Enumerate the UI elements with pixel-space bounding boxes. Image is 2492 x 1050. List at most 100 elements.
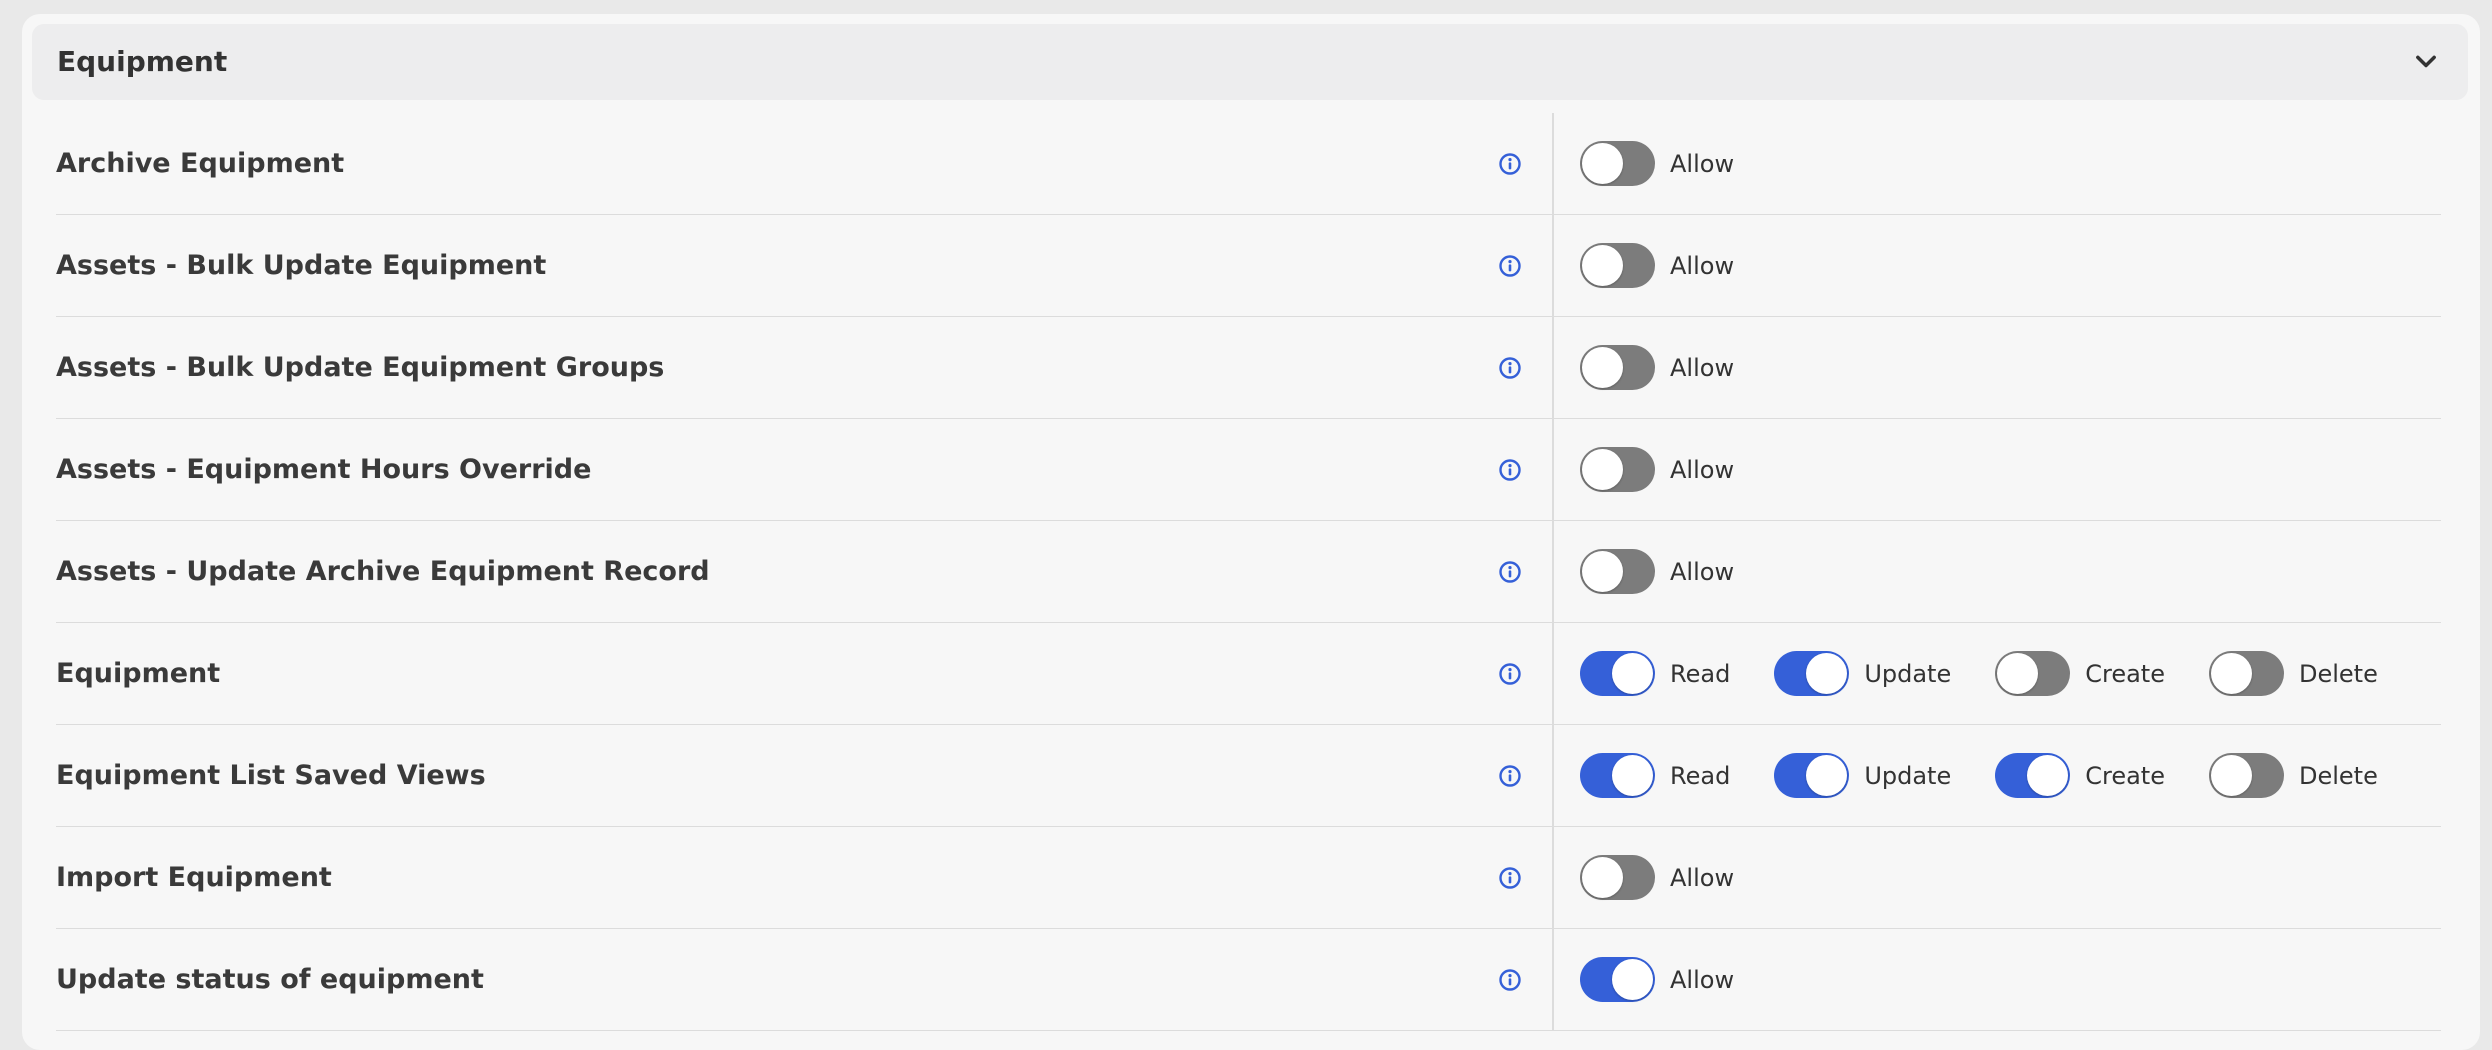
permission-row-assets-bulk-update-equipment: Assets - Bulk Update Equipment Allow xyxy=(56,215,2441,317)
read-toggle[interactable] xyxy=(1580,651,1655,696)
permission-toggles: Read Update Create Delete xyxy=(1580,725,2422,826)
column-divider xyxy=(1552,317,1554,418)
allow-toggle[interactable] xyxy=(1580,141,1655,186)
toggle-label: Read xyxy=(1670,761,1731,790)
delete-toggle[interactable] xyxy=(2208,651,2284,696)
permission-toggles: Allow xyxy=(1580,113,1778,214)
info-icon[interactable] xyxy=(1498,152,1522,176)
permissions-panel: Equipment Archive Equipment Allow Assets -… xyxy=(22,14,2480,1050)
toggle-knob xyxy=(2210,755,2252,796)
info-icon[interactable] xyxy=(1498,458,1522,482)
toggle-label: Allow xyxy=(1670,353,1735,382)
toggle-label: Allow xyxy=(1670,251,1735,280)
read-toggle[interactable] xyxy=(1580,753,1655,798)
permission-toggles: Allow xyxy=(1580,827,1778,928)
permission-allow: Allow xyxy=(1580,855,1734,900)
allow-toggle[interactable] xyxy=(1580,957,1655,1002)
permission-toggles: Allow xyxy=(1580,317,1778,418)
permission-allow: Allow xyxy=(1580,447,1734,492)
toggle-label: Allow xyxy=(1670,149,1735,178)
column-divider xyxy=(1552,419,1554,520)
toggle-knob xyxy=(2027,755,2069,796)
toggle-label: Create xyxy=(2085,659,2165,688)
info-icon[interactable] xyxy=(1498,866,1522,890)
chevron-down-icon[interactable] xyxy=(2412,48,2440,76)
toggle-knob xyxy=(1806,755,1848,796)
permission-label: Equipment List Saved Views xyxy=(56,760,486,791)
permission-row-equipment-list-saved-views: Equipment List Saved Views Read Update Crea… xyxy=(56,725,2441,827)
update-toggle[interactable] xyxy=(1774,651,1850,696)
toggle-label: Allow xyxy=(1670,557,1735,586)
permission-label: Assets - Bulk Update Equipment Groups xyxy=(56,352,665,383)
allow-toggle[interactable] xyxy=(1580,243,1655,288)
toggle-label: Read xyxy=(1670,659,1731,688)
permission-label: Archive Equipment xyxy=(56,148,345,179)
section-header-equipment[interactable]: Equipment xyxy=(32,24,2468,100)
permission-create: Create xyxy=(1995,651,2165,696)
permission-row-equipment: Equipment Read Update Create Delete xyxy=(56,623,2441,725)
info-icon[interactable] xyxy=(1498,254,1522,278)
permission-row-archive-equipment: Archive Equipment Allow xyxy=(56,113,2441,215)
toggle-label: Delete xyxy=(2298,761,2378,790)
toggle-label: Allow xyxy=(1670,455,1735,484)
toggle-knob xyxy=(1612,755,1653,796)
permission-toggles: Allow xyxy=(1580,929,1778,1030)
info-icon[interactable] xyxy=(1498,662,1522,686)
permission-row-assets-equipment-hours-override: Assets - Equipment Hours Override Allow xyxy=(56,419,2441,521)
permission-label: Import Equipment xyxy=(56,862,332,893)
permission-row-assets-bulk-update-equipment-groups: Assets - Bulk Update Equipment Groups All… xyxy=(56,317,2441,419)
info-icon[interactable] xyxy=(1498,356,1522,380)
toggle-label: Create xyxy=(2085,761,2165,790)
permission-allow: Allow xyxy=(1580,141,1734,186)
permission-delete: Delete xyxy=(2208,753,2378,798)
permission-label: Update status of equipment xyxy=(56,964,484,995)
toggle-knob xyxy=(1582,143,1623,184)
permission-label: Assets - Bulk Update Equipment xyxy=(56,250,547,281)
toggle-knob xyxy=(1582,857,1623,898)
toggle-knob xyxy=(1612,653,1653,694)
toggle-label: Update xyxy=(1864,659,1952,688)
create-toggle[interactable] xyxy=(1995,651,2071,696)
info-icon[interactable] xyxy=(1498,560,1522,584)
toggle-label: Delete xyxy=(2298,659,2378,688)
permission-read: Read xyxy=(1580,651,1730,696)
toggle-knob xyxy=(1582,347,1623,388)
permission-row-assets-update-archive-equipment-record: Assets - Update Archive Equipment Record… xyxy=(56,521,2441,623)
column-divider xyxy=(1552,827,1554,928)
permission-label: Assets - Update Archive Equipment Record xyxy=(56,556,710,587)
permission-create: Create xyxy=(1995,753,2165,798)
permission-label: Assets - Equipment Hours Override xyxy=(56,454,592,485)
toggle-label: Update xyxy=(1864,761,1952,790)
permission-row-update-status-of-equipment: Update status of equipment Allow xyxy=(56,929,2441,1031)
toggle-label: Allow xyxy=(1670,965,1735,994)
permission-toggles: Allow xyxy=(1580,521,1778,622)
permission-delete: Delete xyxy=(2208,651,2378,696)
permission-allow: Allow xyxy=(1580,345,1734,390)
toggle-knob xyxy=(1997,653,2039,694)
toggle-knob xyxy=(1612,959,1653,1000)
allow-toggle[interactable] xyxy=(1580,345,1655,390)
column-divider xyxy=(1552,929,1554,1030)
permission-allow: Allow xyxy=(1580,549,1734,594)
permission-read: Read xyxy=(1580,753,1730,798)
toggle-knob xyxy=(1582,245,1623,286)
column-divider xyxy=(1552,215,1554,316)
permission-allow: Allow xyxy=(1580,957,1734,1002)
section-title: Equipment xyxy=(57,45,228,78)
allow-toggle[interactable] xyxy=(1580,855,1655,900)
allow-toggle[interactable] xyxy=(1580,447,1655,492)
info-icon[interactable] xyxy=(1498,968,1522,992)
permission-allow: Allow xyxy=(1580,243,1734,288)
permission-row-import-equipment: Import Equipment Allow xyxy=(56,827,2441,929)
toggle-label: Allow xyxy=(1670,863,1735,892)
column-divider xyxy=(1552,623,1554,724)
toggle-knob xyxy=(2210,653,2252,694)
column-divider xyxy=(1552,521,1554,622)
update-toggle[interactable] xyxy=(1774,753,1850,798)
info-icon[interactable] xyxy=(1498,764,1522,788)
allow-toggle[interactable] xyxy=(1580,549,1655,594)
create-toggle[interactable] xyxy=(1995,753,2071,798)
permission-update: Update xyxy=(1774,753,1951,798)
delete-toggle[interactable] xyxy=(2208,753,2284,798)
permission-update: Update xyxy=(1774,651,1951,696)
